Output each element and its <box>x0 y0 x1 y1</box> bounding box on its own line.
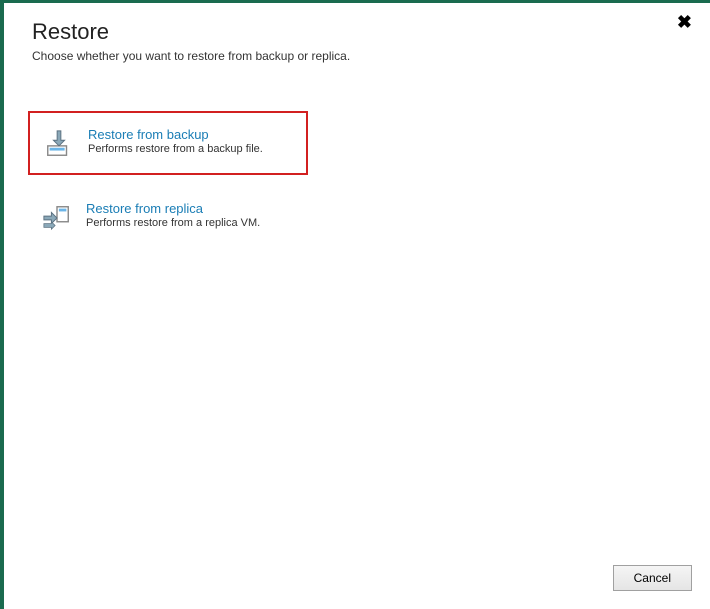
options-list: Restore from backup Performs restore fro… <box>4 71 710 247</box>
option-restore-from-backup[interactable]: Restore from backup Performs restore fro… <box>28 111 308 175</box>
option-text-block: Restore from backup Performs restore fro… <box>88 127 263 155</box>
dialog-header: Restore Choose whether you want to resto… <box>4 3 710 71</box>
page-subtitle: Choose whether you want to restore from … <box>32 49 682 63</box>
cancel-button[interactable]: Cancel <box>613 565 692 591</box>
restore-replica-icon <box>42 203 72 233</box>
restore-backup-icon <box>44 129 74 159</box>
option-text-block: Restore from replica Performs restore fr… <box>86 201 260 229</box>
dialog-footer: Cancel <box>613 565 692 591</box>
option-title: Restore from replica <box>86 201 260 216</box>
option-title: Restore from backup <box>88 127 263 142</box>
close-button[interactable]: ✖ <box>677 13 692 31</box>
option-restore-from-replica[interactable]: Restore from replica Performs restore fr… <box>28 187 308 247</box>
option-description: Performs restore from a replica VM. <box>86 217 260 229</box>
option-description: Performs restore from a backup file. <box>88 143 263 155</box>
page-title: Restore <box>32 19 682 45</box>
